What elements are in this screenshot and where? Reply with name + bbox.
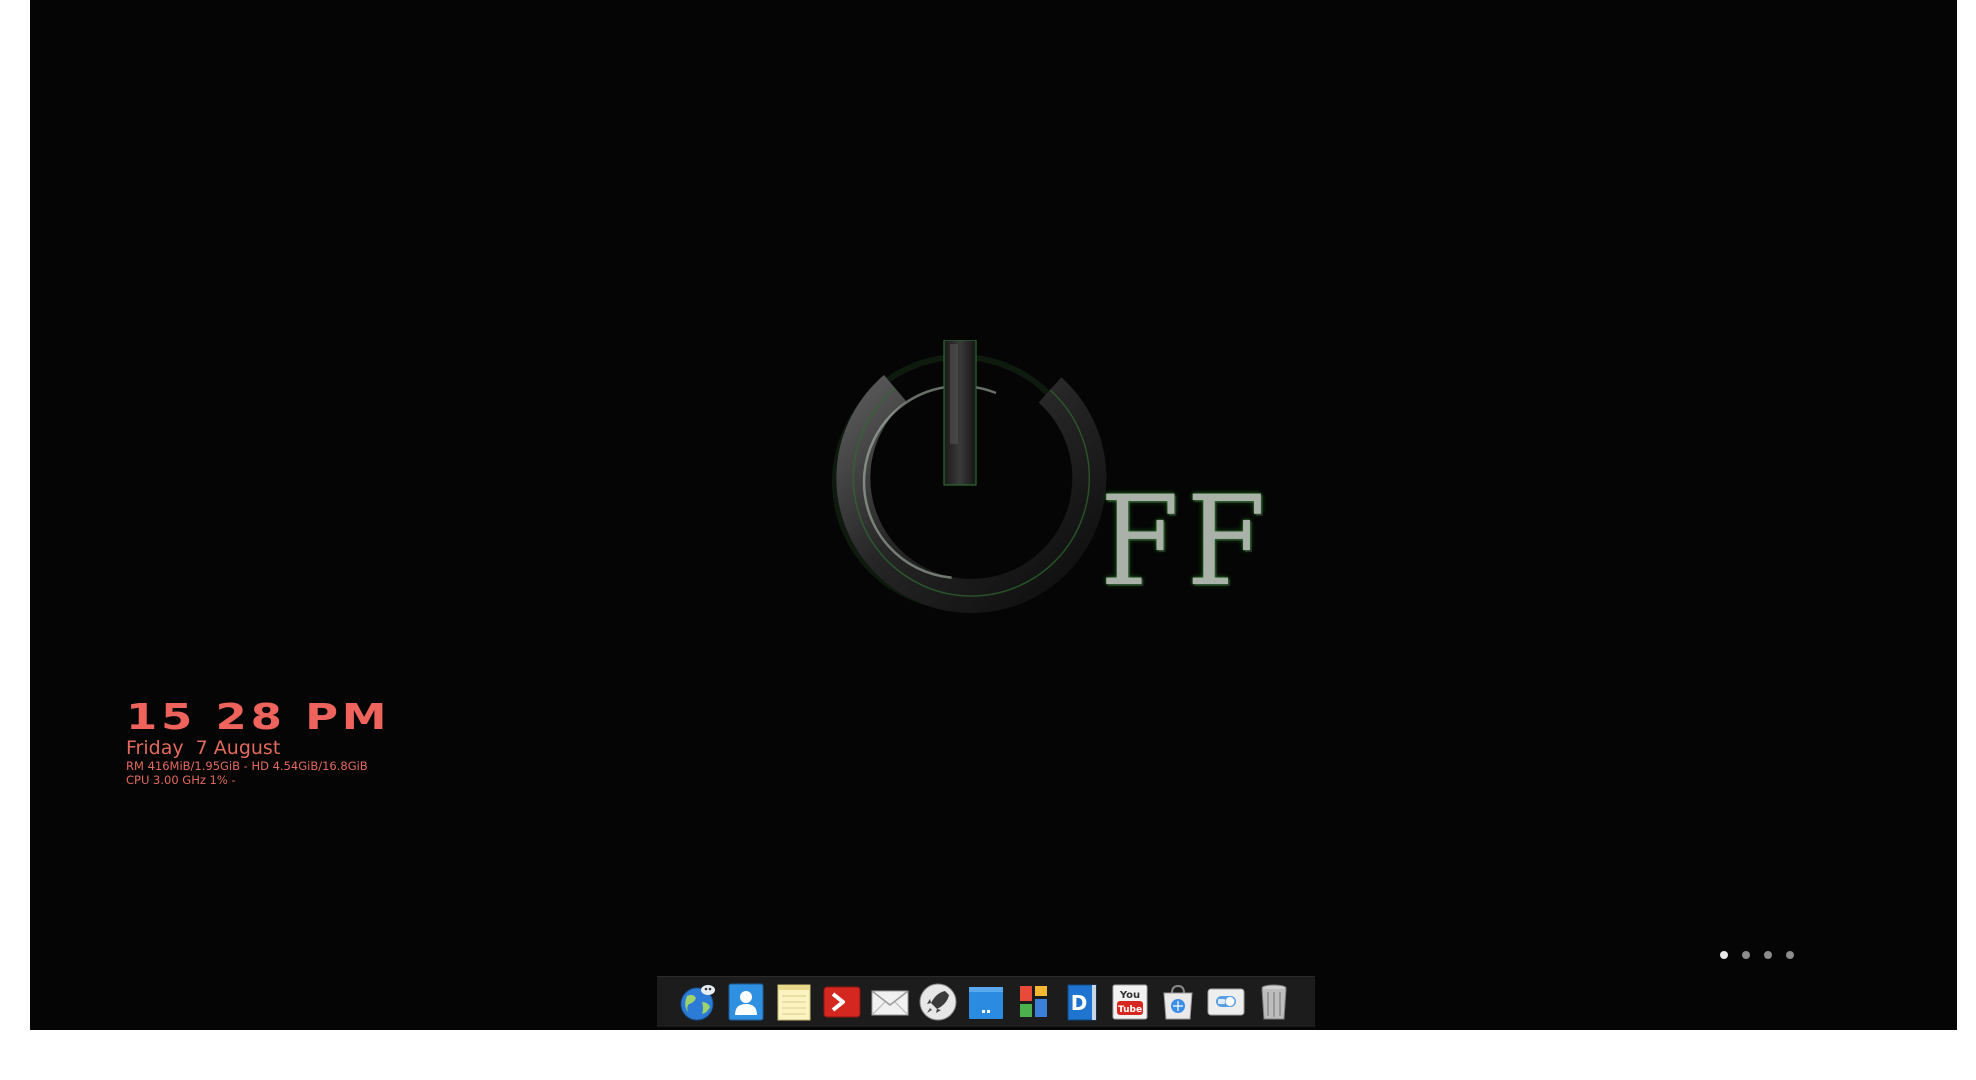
- store-bag-icon: [1163, 984, 1193, 1020]
- dock-item-notes[interactable]: [773, 981, 815, 1023]
- clock-time: 15 28 PM: [126, 697, 391, 738]
- clock-widget: 15 28 PM Friday 7 August RM 416MiB/1.95G…: [126, 700, 387, 788]
- switch-icon: [1207, 988, 1245, 1016]
- workspace-1-dot[interactable]: [1720, 951, 1728, 959]
- youtube-label-tube: Tube: [1118, 1005, 1142, 1015]
- mail-icon: [871, 990, 909, 1016]
- desktop-icon: [969, 987, 1003, 1019]
- dock-item-software-store[interactable]: [1157, 981, 1199, 1023]
- dock-item-mail[interactable]: [869, 981, 911, 1023]
- dock-item-show-desktop[interactable]: [965, 981, 1007, 1023]
- logo-text: FF: [1100, 470, 1274, 614]
- dock-item-terminal[interactable]: [821, 981, 863, 1023]
- svg-text:D: D: [1071, 991, 1088, 1015]
- memory-usage: RM 416MiB/1.95GiB - HD 4.54GiB/16.8GiB: [126, 759, 368, 773]
- youtube-label-you: You: [1119, 990, 1140, 1001]
- dock-item-contacts[interactable]: [725, 981, 767, 1023]
- terminal-icon: [823, 986, 861, 1018]
- trash-icon: [1261, 984, 1287, 1020]
- dock-item-youtube[interactable]: You Tube: [1109, 981, 1151, 1023]
- workspace-3-dot[interactable]: [1764, 951, 1772, 959]
- dock-item-app-grid[interactable]: [1013, 981, 1055, 1023]
- dock-item-dictionary[interactable]: D: [1061, 981, 1103, 1023]
- dock: D You Tube: [657, 976, 1315, 1027]
- dock-item-trash[interactable]: [1253, 981, 1295, 1023]
- dock-item-web-browser[interactable]: [677, 981, 719, 1023]
- cpu-usage: CPU 3.00 GHz 1% -: [126, 773, 236, 787]
- contacts-icon: [728, 983, 764, 1021]
- youtube-icon: You Tube: [1112, 984, 1148, 1020]
- workspace-pager: [1720, 951, 1794, 959]
- workspace-4-dot[interactable]: [1786, 951, 1794, 959]
- clock-date: Friday 7 August: [126, 737, 281, 759]
- notes-icon: [777, 984, 811, 1021]
- globe-icon: [680, 985, 715, 1021]
- rocket-icon: [919, 983, 957, 1021]
- tiles-icon: [1020, 986, 1047, 1017]
- workspace-2-dot[interactable]: [1742, 951, 1750, 959]
- dock-item-settings[interactable]: [1205, 981, 1247, 1023]
- desktop-background: FF 15 28 PM Friday 7 August RM 416MiB/1.…: [30, 0, 1957, 1030]
- dictionary-icon: D: [1067, 984, 1097, 1021]
- dock-item-launcher[interactable]: [917, 981, 959, 1023]
